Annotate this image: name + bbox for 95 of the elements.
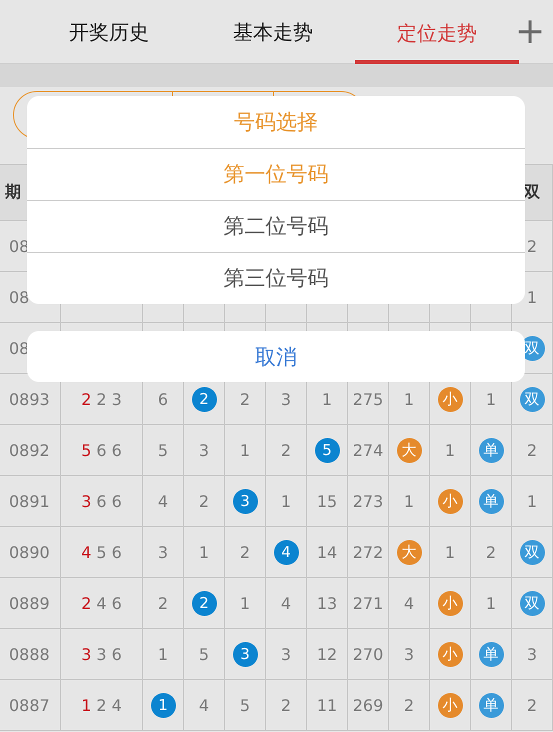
table-cell: 2: [526, 696, 538, 714]
table-cell: 11: [316, 696, 338, 714]
sheet-title: 号码选择: [27, 96, 525, 149]
table-cell: 1: [198, 542, 210, 562]
table-cell: 1: [240, 594, 250, 612]
table-cell: 1: [444, 440, 456, 460]
parity-badge: 双: [520, 540, 544, 564]
table-cell: 269: [352, 696, 384, 714]
number-ball: 1: [150, 692, 176, 718]
number-ball: 3: [232, 488, 258, 514]
table-cell: 270: [352, 644, 384, 664]
table-cell: 2: [280, 696, 292, 714]
table-cell: 1: [444, 542, 456, 562]
draw-numbers: 1 2 4: [81, 696, 122, 714]
table-cell: 274: [352, 440, 384, 460]
number-ball: 5: [314, 438, 340, 462]
table-cell: 1: [280, 492, 292, 510]
size-badge: 小: [438, 642, 462, 666]
issue-number: 08: [9, 288, 30, 306]
table-cell: 2: [486, 542, 496, 562]
size-badge: 大: [396, 438, 422, 462]
sheet-option[interactable]: 第三位号码: [27, 253, 525, 304]
table-cell: 3: [158, 542, 168, 562]
issue-number: 0889: [9, 594, 50, 612]
table-cell: 275: [352, 390, 384, 408]
table-cell: 2: [280, 440, 292, 460]
parity-badge: 单: [478, 692, 504, 718]
table-cell: 2: [240, 390, 250, 408]
table-cell: 15: [316, 492, 338, 510]
table-cell: 3: [198, 440, 210, 460]
table-cell: 13: [316, 594, 338, 612]
size-badge: 小: [438, 590, 462, 616]
table-cell: 2: [526, 236, 538, 256]
number-ball: 2: [192, 590, 216, 616]
table-cell: 6: [158, 390, 168, 408]
table-cell: 3: [404, 644, 414, 664]
draw-numbers: 2 2 3: [81, 390, 122, 408]
draw-numbers: 3 3 6: [81, 644, 122, 664]
size-badge: 小: [438, 692, 462, 718]
table-cell: 1: [404, 390, 414, 408]
issue-number: 0887: [9, 696, 50, 714]
table-cell: 5: [158, 440, 168, 460]
table-cell: 2: [198, 492, 210, 510]
table-cell: 1: [158, 644, 168, 664]
table-cell: 4: [404, 594, 414, 612]
table-cell: 3: [280, 644, 292, 664]
draw-numbers: 5 6 6: [81, 440, 122, 460]
issue-number: 0888: [9, 644, 50, 664]
draw-numbers: 4 5 6: [81, 542, 122, 562]
table-cell: 5: [240, 696, 250, 714]
table-cell: 2: [526, 440, 538, 460]
size-badge: 小: [438, 488, 462, 514]
table-cell: 2: [404, 696, 414, 714]
table-cell: 14: [316, 542, 338, 562]
table-cell: 3: [280, 390, 292, 408]
draw-numbers: 3 6 6: [81, 492, 122, 510]
issue-number: 0893: [9, 390, 50, 408]
table-cell: 1: [486, 390, 496, 408]
issue-number: 0891: [9, 492, 50, 510]
parity-badge: 双: [520, 386, 544, 412]
parity-badge: 单: [478, 488, 504, 514]
table-cell: 4: [280, 594, 292, 612]
table-cell: 4: [198, 696, 210, 714]
table-cell: 1: [404, 492, 414, 510]
table-cell: 1: [526, 492, 538, 510]
issue-number: 0892: [9, 440, 50, 460]
number-ball: 3: [232, 642, 258, 666]
table-cell: 273: [352, 492, 384, 510]
number-ball: 2: [192, 386, 216, 412]
parity-badge: 单: [478, 642, 504, 666]
parity-badge: 单: [478, 438, 504, 462]
draw-numbers: 2 4 6: [81, 594, 122, 612]
table-cell: 1: [322, 390, 332, 408]
column-header: 双: [524, 182, 540, 203]
size-badge: 大: [396, 540, 422, 564]
issue-number: 0890: [9, 542, 50, 562]
column-header: 期: [5, 182, 21, 203]
table-cell: 2: [240, 542, 250, 562]
tab[interactable]: 基本走势: [191, 0, 355, 64]
table-cell: 12: [316, 644, 338, 664]
table-cell: 3: [526, 644, 538, 664]
parity-badge: 双: [520, 590, 544, 616]
cancel-button[interactable]: 取消: [27, 331, 525, 382]
table-cell: 1: [526, 288, 538, 306]
number-ball: 4: [274, 540, 298, 564]
tab[interactable]: 开奖历史: [27, 0, 191, 64]
table-cell: 272: [352, 542, 384, 562]
table-cell: 2: [158, 594, 168, 612]
table-cell: 5: [198, 644, 210, 664]
table-cell: 4: [158, 492, 168, 510]
size-badge: 小: [438, 386, 462, 412]
table-cell: 1: [486, 594, 496, 612]
sheet-option[interactable]: 第二位号码: [27, 201, 525, 253]
table-cell: 1: [240, 440, 250, 460]
table-cell: 271: [352, 594, 384, 612]
